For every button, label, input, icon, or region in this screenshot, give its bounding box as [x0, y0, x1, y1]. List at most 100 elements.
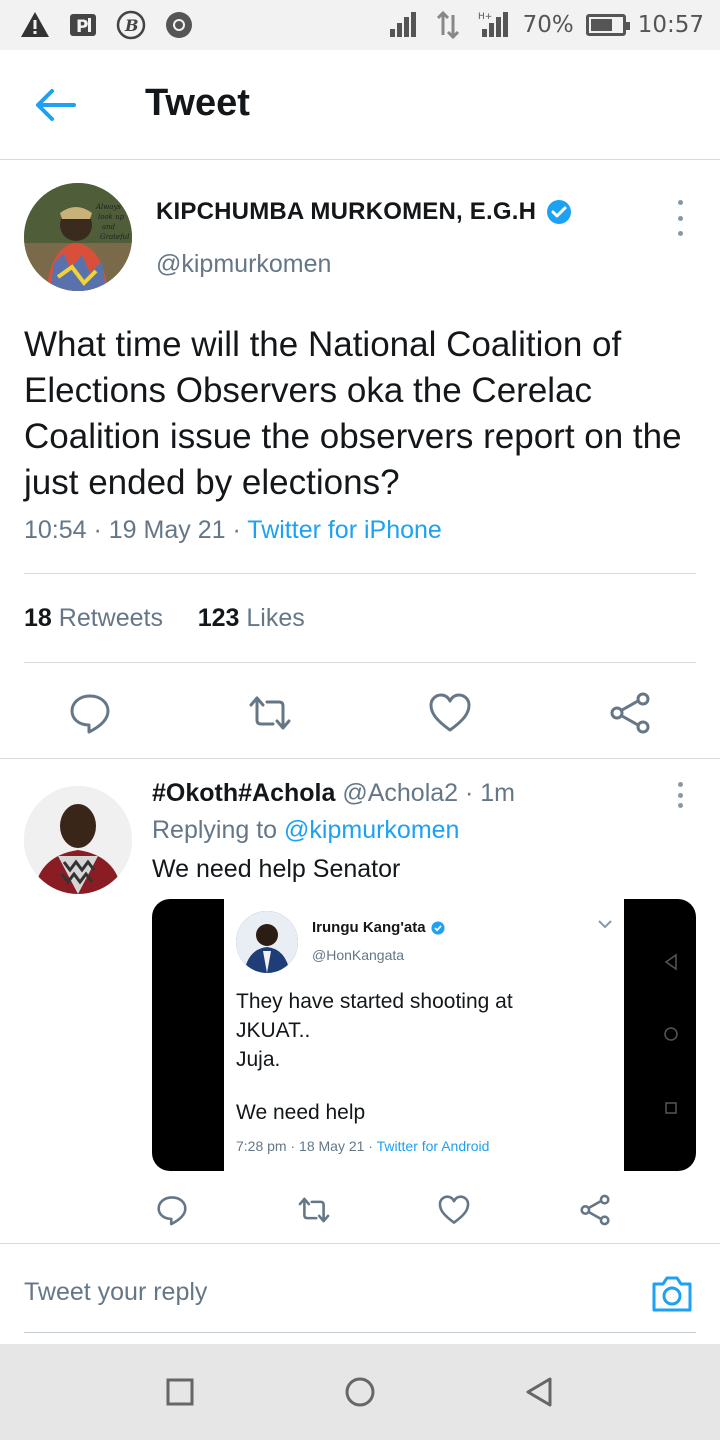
svg-text:H+: H+	[478, 12, 492, 22]
embedded-text-line: They have started shooting at	[236, 990, 513, 1013]
tweet-time: 10:54	[24, 516, 87, 544]
reply-header: #Okoth#Achola @Achola2 · 1m	[152, 779, 516, 807]
reply-icon	[157, 1196, 187, 1226]
square-icon	[166, 1378, 194, 1406]
battery-percent: 70%	[522, 12, 574, 38]
reply-author-avatar[interactable]	[24, 786, 132, 894]
reply-display-name[interactable]: #Okoth#Achola	[152, 779, 335, 807]
embedded-meta: 7:28 pm · 18 May 21 · Twitter for Androi…	[236, 1138, 490, 1154]
verified-badge-icon	[431, 920, 445, 935]
triangle-back-icon	[526, 1377, 552, 1407]
reply-button[interactable]	[67, 690, 113, 736]
status-bar: P B H+ 70% 10:57	[0, 0, 720, 50]
reply-share-button[interactable]	[578, 1193, 612, 1227]
reply-media-image[interactable]: Irungu Kang'ata @HonKangata They have st…	[152, 899, 696, 1171]
status-bar-left: P B	[18, 8, 196, 42]
status-bar-right: H+ 70% 10:57	[385, 8, 704, 42]
heart-icon	[429, 693, 471, 732]
retweets-stat[interactable]: 18 Retweets	[24, 604, 163, 632]
svg-text:B: B	[124, 16, 139, 35]
arrow-left-icon	[36, 89, 76, 121]
reply-retweet-button[interactable]	[297, 1193, 331, 1227]
retweets-label: Retweets	[58, 604, 163, 632]
embedded-text-line: Juja.	[236, 1048, 281, 1071]
page-title: Tweet	[145, 82, 250, 124]
clock: 10:57	[637, 12, 704, 38]
reply-handle[interactable]: @Achola2	[342, 779, 458, 807]
embedded-name-row: Irungu Kang'ata	[312, 919, 445, 936]
reply-icon	[70, 694, 110, 734]
embedded-text-line: JKUAT..	[236, 1019, 311, 1042]
reply-reply-button[interactable]	[155, 1193, 189, 1227]
battery-icon	[585, 14, 630, 36]
tweet-date: 19 May 21	[108, 516, 226, 544]
tweet-actions	[0, 690, 720, 736]
signal-h-plus-icon: H+	[477, 8, 511, 42]
back-nav-button[interactable]	[522, 1374, 558, 1410]
tweet-stats: 18 Retweets 123 Likes	[24, 604, 305, 633]
section-divider	[0, 1243, 720, 1244]
tweet-source-link[interactable]: Twitter for iPhone	[247, 516, 442, 544]
author-handle[interactable]: @kipmurkomen	[156, 250, 331, 279]
back-button[interactable]	[30, 82, 80, 128]
camera-icon	[652, 1276, 692, 1312]
reply-actions	[0, 1193, 720, 1229]
author-name-row[interactable]: KIPCHUMBA MURKOMEN, E.G.H	[156, 198, 572, 226]
embedded-help-text: We need help	[236, 1101, 366, 1124]
embedded-back-nav-icon	[664, 953, 677, 971]
embedded-date: 18 May 21	[299, 1138, 365, 1154]
verified-badge-icon	[547, 200, 572, 224]
share-button[interactable]	[607, 690, 653, 736]
likes-stat[interactable]: 123 Likes	[198, 604, 305, 632]
reply-age: 1m	[480, 779, 516, 807]
parking-app-icon: P	[66, 8, 100, 42]
likes-count: 123	[197, 604, 240, 632]
svg-text:and: and	[102, 223, 116, 231]
author-display-name: KIPCHUMBA MURKOMEN, E.G.H	[156, 198, 537, 225]
home-button[interactable]	[342, 1374, 378, 1410]
chevron-down-icon	[598, 920, 612, 929]
signal-icon	[385, 8, 419, 42]
author-avatar[interactable]: Always look up and Grateful	[24, 183, 132, 291]
like-button[interactable]	[427, 690, 473, 736]
embedded-display-name: Irungu Kang'ata	[312, 919, 426, 936]
battery-fill	[590, 19, 612, 31]
replying-to: Replying to @kipmurkomen	[152, 816, 459, 845]
tweet-more-options-icon[interactable]	[668, 200, 692, 236]
chrome-icon	[162, 8, 196, 42]
replying-to-mention[interactable]: @kipmurkomen	[284, 816, 459, 844]
divider	[24, 573, 696, 574]
embedded-tweet-screenshot: Irungu Kang'ata @HonKangata They have st…	[224, 899, 624, 1171]
likes-label: Likes	[246, 604, 305, 632]
tweet-metadata: 10:54 · 19 May 21 · Twitter for iPhone	[24, 516, 442, 544]
svg-text:Grateful: Grateful	[100, 233, 129, 241]
share-icon	[580, 1194, 610, 1226]
reply-input[interactable]: Tweet your reply	[24, 1278, 207, 1307]
section-divider	[0, 758, 720, 759]
divider	[24, 662, 696, 663]
embedded-handle: @HonKangata	[312, 947, 405, 963]
camera-button[interactable]	[650, 1274, 694, 1314]
tweet-text: What time will the National Coalition of…	[24, 325, 682, 502]
heart-icon	[438, 1195, 470, 1224]
embedded-text: They have started shooting at JKUAT.. Ju…	[236, 987, 513, 1074]
system-navigation-bar	[0, 1344, 720, 1440]
svg-text:look up: look up	[98, 213, 125, 221]
embedded-recents-nav-icon	[665, 1102, 677, 1114]
svg-text:P: P	[76, 17, 88, 37]
embedded-time: 7:28 pm	[236, 1138, 287, 1154]
share-icon	[610, 692, 650, 734]
retweet-button[interactable]	[247, 690, 293, 736]
reply-input-underline	[24, 1332, 696, 1333]
data-arrows-icon	[431, 8, 465, 42]
retweet-icon	[249, 696, 291, 730]
reply-text: We need help Senator	[152, 855, 401, 883]
embedded-home-nav-icon	[664, 1027, 678, 1041]
warning-icon	[18, 8, 52, 42]
reply-like-button[interactable]	[437, 1193, 471, 1227]
recents-button[interactable]	[162, 1374, 198, 1410]
reply-more-options-icon[interactable]	[668, 782, 692, 808]
b-app-icon: B	[114, 8, 148, 42]
retweets-count: 18	[24, 604, 52, 632]
top-app-bar: Tweet	[0, 50, 720, 160]
